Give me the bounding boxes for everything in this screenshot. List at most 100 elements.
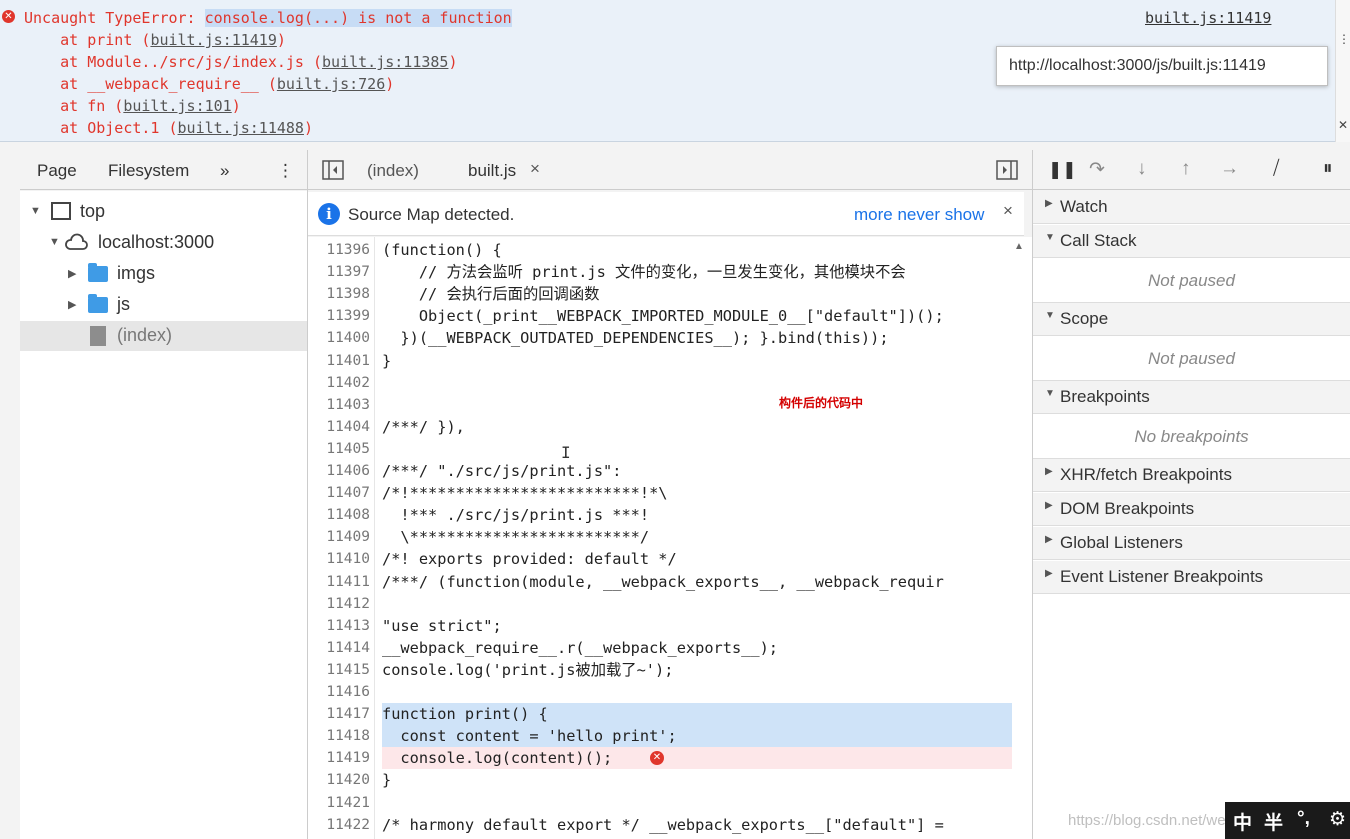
- line-number[interactable]: 11409: [308, 526, 370, 548]
- section-label: Watch: [1060, 197, 1108, 216]
- step-icon[interactable]: →: [1220, 158, 1239, 180]
- line-number[interactable]: 11407: [308, 482, 370, 504]
- collapse-triangle-icon[interactable]: ▶: [1045, 534, 1053, 545]
- more-link[interactable]: more never show: [854, 205, 984, 225]
- stack-frame-link[interactable]: built.js:11419: [150, 31, 276, 49]
- scroll-up-icon[interactable]: ▲: [1014, 241, 1024, 252]
- deactivate-breakpoints-icon[interactable]: ⧸: [1273, 158, 1279, 180]
- line-number[interactable]: 11418: [308, 725, 370, 747]
- code-line: 11401}: [308, 350, 1012, 372]
- tree-item-imgs[interactable]: ▶ imgs: [20, 259, 307, 289]
- tab-filesystem[interactable]: Filesystem: [108, 161, 189, 181]
- code-text: /***/ (function(module, __webpack_export…: [382, 572, 944, 591]
- tab-built-js[interactable]: built.js: [468, 161, 516, 181]
- line-number[interactable]: 11420: [308, 769, 370, 791]
- ime-punctuation-icon[interactable]: °,: [1297, 808, 1310, 830]
- line-number[interactable]: 11411: [308, 571, 370, 593]
- close-icon[interactable]: ✕: [1338, 118, 1348, 132]
- collapse-triangle-icon[interactable]: ▶: [68, 298, 76, 311]
- line-number[interactable]: 11421: [308, 792, 370, 814]
- line-number[interactable]: 11400: [308, 327, 370, 349]
- menu-icon[interactable]: ⋮: [277, 161, 294, 181]
- line-number[interactable]: 11401: [308, 350, 370, 372]
- tree-item-index[interactable]: (index): [20, 321, 307, 351]
- line-number[interactable]: 11408: [308, 504, 370, 526]
- toggle-debugger-icon[interactable]: [996, 160, 1018, 180]
- expand-triangle-icon[interactable]: ▼: [1045, 310, 1055, 321]
- tab-page[interactable]: Page: [37, 161, 77, 181]
- expand-triangle-icon[interactable]: ▼: [30, 205, 41, 217]
- stack-frame-link[interactable]: built.js:726: [277, 75, 385, 93]
- line-number[interactable]: 11396: [308, 239, 370, 261]
- close-tab-icon[interactable]: ×: [530, 159, 540, 179]
- line-number[interactable]: 11397: [308, 261, 370, 283]
- line-number[interactable]: 11404: [308, 416, 370, 438]
- step-into-icon[interactable]: ↓: [1137, 158, 1147, 180]
- code-line: 11414 __webpack_require__.r(__webpack_exp…: [308, 637, 1012, 659]
- more-tabs-icon[interactable]: »: [220, 161, 229, 181]
- line-number[interactable]: 11416: [308, 681, 370, 703]
- stack-frame: at Module../src/js/index.js (built.js:11…: [24, 53, 457, 71]
- more-icon[interactable]: ⋮: [1338, 32, 1350, 46]
- line-number[interactable]: 11398: [308, 283, 370, 305]
- line-number[interactable]: 11406: [308, 460, 370, 482]
- ime-chinese-icon[interactable]: 中: [1233, 808, 1252, 835]
- folder-icon: [88, 263, 108, 282]
- never-show-label[interactable]: never show: [897, 205, 984, 224]
- pause-on-exceptions-icon[interactable]: ⏸: [1323, 158, 1333, 180]
- line-number[interactable]: 11415: [308, 659, 370, 681]
- collapse-triangle-icon[interactable]: ▶: [1045, 568, 1053, 579]
- stack-frame-link[interactable]: built.js:11385: [322, 53, 448, 71]
- expand-triangle-icon[interactable]: ▼: [1045, 232, 1055, 243]
- file-icon: [90, 326, 106, 346]
- tree-item-localhost[interactable]: ▼ localhost:3000: [20, 228, 307, 258]
- tree-item-top[interactable]: ▼ top: [20, 197, 307, 227]
- line-number[interactable]: 11414: [308, 637, 370, 659]
- stack-frame-text: at __webpack_require__ (: [24, 75, 277, 93]
- section-call-stack[interactable]: ▼ Call Stack: [1033, 225, 1350, 258]
- tree-label: imgs: [117, 263, 156, 283]
- close-infobar-icon[interactable]: ×: [1003, 201, 1013, 221]
- expand-triangle-icon[interactable]: ▼: [1045, 388, 1055, 399]
- code-text: /*! exports provided: default */: [382, 550, 677, 569]
- section-event-listener-breakpoints[interactable]: ▶ Event Listener Breakpoints: [1033, 561, 1350, 594]
- section-dom-breakpoints[interactable]: ▶ DOM Breakpoints: [1033, 493, 1350, 526]
- stack-frame-link[interactable]: built.js:101: [123, 97, 231, 115]
- section-scope[interactable]: ▼ Scope: [1033, 303, 1350, 336]
- line-number[interactable]: 11405: [308, 438, 370, 460]
- line-number[interactable]: 11410: [308, 548, 370, 570]
- line-number[interactable]: 11413: [308, 615, 370, 637]
- step-out-icon[interactable]: ↑: [1181, 158, 1191, 180]
- more-label[interactable]: more: [854, 205, 893, 224]
- tree-item-js[interactable]: ▶ js: [20, 290, 307, 320]
- line-number[interactable]: 11412: [308, 593, 370, 615]
- ime-settings-icon[interactable]: ⚙: [1329, 808, 1346, 831]
- section-breakpoints[interactable]: ▼ Breakpoints: [1033, 381, 1350, 414]
- pause-icon[interactable]: ❚❚: [1048, 160, 1077, 180]
- stack-frame-link[interactable]: built.js:11488: [178, 119, 304, 137]
- section-global-listeners[interactable]: ▶ Global Listeners: [1033, 527, 1350, 560]
- line-number[interactable]: 11399: [308, 305, 370, 327]
- step-over-icon[interactable]: ↷: [1089, 158, 1105, 181]
- stack-frame: at fn (built.js:101): [24, 97, 241, 115]
- collapse-triangle-icon[interactable]: ▶: [1045, 198, 1053, 209]
- line-number[interactable]: 11419: [308, 747, 370, 769]
- collapse-triangle-icon[interactable]: ▶: [68, 267, 76, 280]
- editor-tabs: (index) built.js ×: [308, 150, 1032, 190]
- ime-halfwidth-icon[interactable]: 半: [1264, 808, 1283, 835]
- error-source-link[interactable]: built.js:11419: [1145, 9, 1271, 27]
- collapse-triangle-icon[interactable]: ▶: [1045, 466, 1053, 477]
- section-xhr-fetch-breakpoints[interactable]: ▶ XHR/fetch Breakpoints: [1033, 459, 1350, 492]
- toggle-navigator-icon[interactable]: [322, 160, 344, 180]
- line-number[interactable]: 11403: [308, 394, 370, 416]
- expand-triangle-icon[interactable]: ▼: [49, 236, 60, 248]
- tab-index[interactable]: (index): [367, 161, 419, 181]
- code-text: \*************************/: [382, 528, 650, 547]
- line-number[interactable]: 11422: [308, 814, 370, 836]
- section-watch[interactable]: ▶ Watch: [1033, 191, 1350, 224]
- collapse-triangle-icon[interactable]: ▶: [1045, 500, 1053, 511]
- line-number[interactable]: 11402: [308, 372, 370, 394]
- line-number[interactable]: 11417: [308, 703, 370, 725]
- code-line: 11403: [308, 394, 1012, 416]
- code-editor[interactable]: ▲ 11396 (function() {11397 // 方法会监听 print…: [308, 237, 1032, 839]
